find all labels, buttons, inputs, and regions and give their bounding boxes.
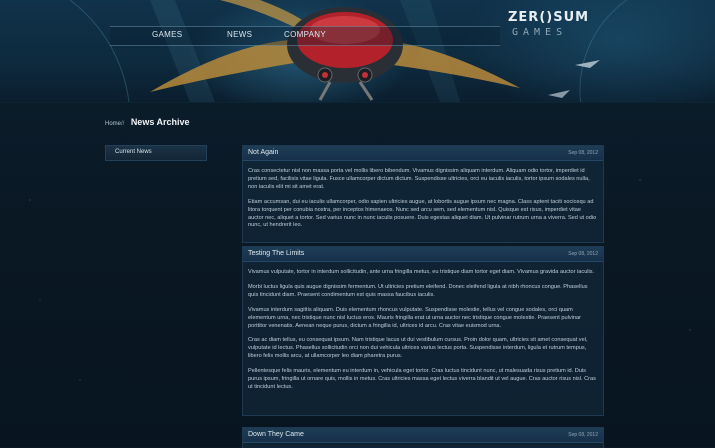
main-nav: GAMES NEWS COMPANY: [110, 26, 500, 46]
logo-subtitle: GAMES: [512, 27, 568, 38]
nav-company[interactable]: COMPANY: [284, 30, 326, 39]
robot-pupil: [362, 72, 368, 78]
post-title[interactable]: Testing The Limits: [248, 250, 304, 257]
post-paragraph: Cras consectetur nisl non massa porta ve…: [248, 168, 590, 190]
news-post: Testing The Limits Sep 08, 2012 Vivamus …: [242, 246, 604, 416]
post-paragraph: Vivamus vulputate, tortor in interdum so…: [248, 269, 595, 275]
nav-games[interactable]: GAMES: [152, 30, 182, 39]
site-header: GAMES NEWS COMPANY ZER()SUM GAMES: [0, 0, 715, 103]
post-title[interactable]: Not Again: [248, 149, 278, 156]
sidebar-item-current-news[interactable]: Current News: [115, 149, 152, 155]
breadcrumb-separator: //: [121, 121, 125, 127]
nav-news[interactable]: NEWS: [227, 30, 252, 39]
ship-icon: [548, 90, 570, 98]
zerosum-logo[interactable]: ZER()SUM GAMES: [508, 10, 600, 42]
post-date: Sep 08, 2012: [568, 251, 598, 257]
orbit-arc: [579, 0, 628, 102]
post-header: Down They Came Sep 08, 2012: [243, 428, 603, 443]
news-post: Down They Came Sep 08, 2012: [242, 427, 604, 448]
post-date: Sep 08, 2012: [568, 432, 598, 438]
header-artwork: [69, 0, 628, 102]
planet-arc: [69, 0, 130, 102]
ship-icon: [575, 60, 600, 68]
post-header: Not Again Sep 08, 2012: [243, 146, 603, 161]
post-paragraph: Vivamus interdum sagittis aliquam. Duis …: [248, 306, 581, 329]
news-post: Not Again Sep 08, 2012 Cras consectetur …: [242, 145, 604, 243]
post-title[interactable]: Down They Came: [248, 431, 304, 438]
breadcrumb-home[interactable]: Home: [105, 121, 121, 127]
robot-pupil: [322, 72, 328, 78]
post-body: Vivamus vulputate, tortor in interdum so…: [243, 262, 603, 392]
post-date: Sep 08, 2012: [568, 150, 598, 156]
page-title: News Archive: [130, 117, 190, 127]
sidebar: Current News: [105, 145, 207, 161]
breadcrumb: Home// News Archive: [105, 112, 190, 130]
post-paragraph: Etiam accumsan, dui eu iaculis ullamcorp…: [248, 198, 597, 229]
post-paragraph: Morbi luctus ligula quis augue dignissim…: [248, 283, 588, 298]
robot-leg: [358, 81, 374, 101]
post-paragraph: Cras ac diam tellus, eu consequat ipsum.…: [248, 337, 588, 360]
robot-leg: [318, 81, 332, 101]
post-header: Testing The Limits Sep 08, 2012: [243, 247, 603, 262]
logo-title: ZER()SUM: [508, 10, 590, 25]
post-body: Cras consectetur nisl non massa porta ve…: [243, 161, 603, 230]
post-paragraph: Pellentesque felis mauris, elementum eu …: [248, 368, 596, 390]
